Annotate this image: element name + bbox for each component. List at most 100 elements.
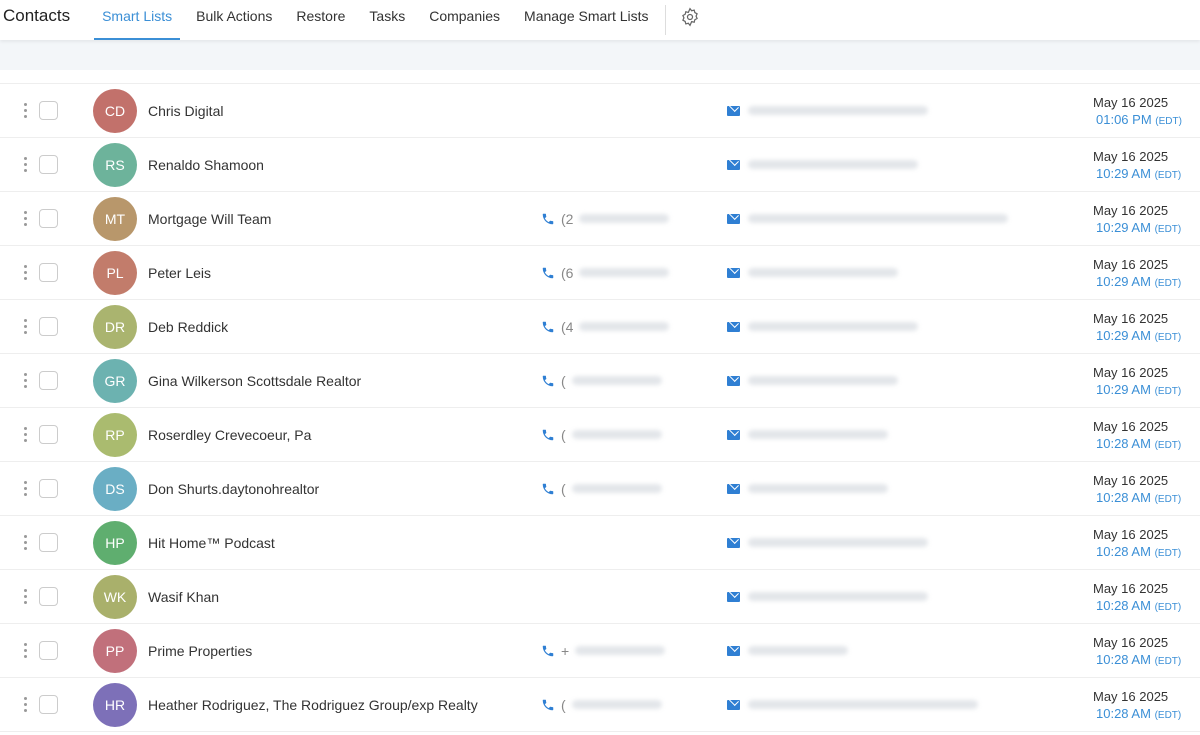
table-row[interactable]: PL Peter Leis (6 May 16 2025 10:29 AM (ED…	[0, 246, 1200, 300]
contact-name[interactable]: Roserdley Crevecoeur, Pa	[148, 427, 528, 443]
row-checkbox[interactable]	[39, 479, 58, 498]
email-cell[interactable]	[727, 537, 928, 548]
tab-companies[interactable]: Companies	[429, 0, 500, 36]
phone-number: +	[561, 642, 570, 659]
drag-handle-icon[interactable]	[24, 211, 28, 226]
date-cell: May 16 2025 10:28 AM (EDT)	[1093, 472, 1181, 508]
divider	[664, 5, 666, 35]
phone-cell[interactable]: (2	[541, 211, 670, 227]
phone-icon	[542, 483, 554, 494]
contact-name[interactable]: Hit Home™ Podcast	[148, 535, 528, 551]
timezone: (EDT)	[1154, 332, 1182, 343]
row-checkbox[interactable]	[39, 695, 58, 714]
timezone: (EDT)	[1154, 386, 1182, 397]
row-checkbox[interactable]	[39, 209, 58, 228]
tab-restore[interactable]: Restore	[296, 0, 345, 36]
row-checkbox[interactable]	[39, 641, 58, 660]
email-cell[interactable]	[727, 159, 918, 170]
tab-tasks[interactable]: Tasks	[369, 0, 405, 36]
contact-name[interactable]: Chris Digital	[148, 103, 528, 119]
table-row[interactable]: HR Heather Rodriguez, The Rodriguez Grou…	[0, 678, 1200, 732]
table-row[interactable]: DS Don Shurts.daytonohrealtor ( May 16 2…	[0, 462, 1200, 516]
contact-name[interactable]: Don Shurts.daytonohrealtor	[148, 481, 528, 497]
table-row[interactable]: PP Prime Properties + May 16 2025 10:28 A…	[0, 624, 1200, 678]
contact-name[interactable]: Renaldo Shamoon	[148, 157, 528, 173]
tab-manage-smart-lists[interactable]: Manage Smart Lists	[524, 0, 649, 36]
table-row[interactable]: RS Renaldo Shamoon May 16 2025 10:29 AM (…	[0, 138, 1200, 192]
email-cell[interactable]	[727, 645, 848, 656]
date: May 16 2025	[1093, 581, 1169, 596]
date: May 16 2025	[1093, 365, 1169, 380]
email-cell[interactable]	[727, 429, 888, 440]
drag-handle-icon[interactable]	[24, 427, 28, 442]
phone-cell[interactable]: (	[541, 481, 662, 497]
table-row[interactable]: CD Chris Digital May 16 2025 01:06 PM (ED…	[0, 84, 1200, 138]
email-cell[interactable]	[727, 699, 978, 710]
drag-handle-icon[interactable]	[24, 103, 28, 118]
drag-handle-icon[interactable]	[24, 157, 28, 172]
drag-handle-icon[interactable]	[24, 697, 28, 712]
date: May 16 2025	[1093, 527, 1169, 542]
tab-smart-lists[interactable]: Smart Lists	[94, 0, 181, 40]
phone-cell[interactable]: (	[541, 697, 662, 713]
email-cell[interactable]	[727, 105, 928, 116]
date-cell: May 16 2025 10:29 AM (EDT)	[1093, 256, 1181, 292]
row-checkbox[interactable]	[39, 533, 58, 552]
row-checkbox[interactable]	[39, 371, 58, 390]
table-row[interactable]: MT Mortgage Will Team (2 May 16 2025 10:2…	[0, 192, 1200, 246]
phone-cell[interactable]: (	[541, 427, 662, 443]
contact-name[interactable]: Peter Leis	[148, 265, 528, 281]
email-redacted	[748, 322, 918, 331]
table-row[interactable]: WK Wasif Khan May 16 2025 10:28 AM (EDT)	[0, 570, 1200, 624]
time: 10:29 AM	[1096, 274, 1151, 289]
time: 10:28 AM	[1096, 598, 1151, 613]
timezone: (EDT)	[1154, 278, 1182, 289]
contact-name[interactable]: Wasif Khan	[148, 589, 528, 605]
date-cell: May 16 2025 10:29 AM (EDT)	[1093, 202, 1181, 238]
email-icon	[727, 537, 740, 548]
contact-name[interactable]: Deb Reddick	[148, 319, 528, 335]
drag-handle-icon[interactable]	[24, 535, 28, 550]
drag-handle-icon[interactable]	[24, 643, 28, 658]
drag-handle-icon[interactable]	[24, 481, 28, 496]
drag-handle-icon[interactable]	[24, 319, 28, 334]
email-cell[interactable]	[727, 213, 1008, 224]
phone-cell[interactable]: (	[541, 373, 662, 389]
email-cell[interactable]	[727, 375, 898, 386]
date: May 16 2025	[1093, 149, 1169, 164]
phone-number: (	[561, 480, 566, 497]
gear-icon[interactable]	[680, 7, 700, 27]
contact-name[interactable]: Gina Wilkerson Scottsdale Realtor	[148, 373, 528, 389]
avatar: HR	[93, 682, 137, 727]
table-row[interactable]: GR Gina Wilkerson Scottsdale Realtor ( M…	[0, 354, 1200, 408]
date-cell: May 16 2025 10:28 AM (EDT)	[1093, 580, 1181, 616]
date: May 16 2025	[1093, 419, 1169, 434]
phone-cell[interactable]: +	[541, 642, 666, 659]
tab-bulk-actions[interactable]: Bulk Actions	[196, 0, 272, 36]
table-row[interactable]: DR Deb Reddick (4 May 16 2025 10:29 AM (E…	[0, 300, 1200, 354]
contact-name[interactable]: Heather Rodriguez, The Rodriguez Group/e…	[148, 697, 528, 713]
date: May 16 2025	[1093, 257, 1169, 272]
contact-name[interactable]: Prime Properties	[148, 643, 528, 659]
date-cell: May 16 2025 10:28 AM (EDT)	[1093, 526, 1181, 562]
drag-handle-icon[interactable]	[24, 589, 28, 604]
drag-handle-icon[interactable]	[24, 373, 28, 388]
phone-cell[interactable]: (6	[541, 265, 670, 281]
row-checkbox[interactable]	[39, 317, 58, 336]
phone-cell[interactable]: (4	[541, 319, 670, 335]
row-checkbox[interactable]	[39, 587, 58, 606]
date-cell: May 16 2025 10:29 AM (EDT)	[1093, 310, 1181, 346]
row-checkbox[interactable]	[39, 263, 58, 282]
drag-handle-icon[interactable]	[24, 265, 28, 280]
avatar: CD	[93, 88, 137, 133]
email-cell[interactable]	[727, 591, 928, 602]
table-row[interactable]: RP Roserdley Crevecoeur, Pa ( May 16 202…	[0, 408, 1200, 462]
email-cell[interactable]	[727, 321, 918, 332]
contact-name[interactable]: Mortgage Will Team	[148, 211, 528, 227]
email-cell[interactable]	[727, 483, 888, 494]
row-checkbox[interactable]	[39, 155, 58, 174]
row-checkbox[interactable]	[39, 425, 58, 444]
table-row[interactable]: HP Hit Home™ Podcast May 16 2025 10:28 AM…	[0, 516, 1200, 570]
row-checkbox[interactable]	[39, 101, 58, 120]
email-cell[interactable]	[727, 267, 898, 278]
